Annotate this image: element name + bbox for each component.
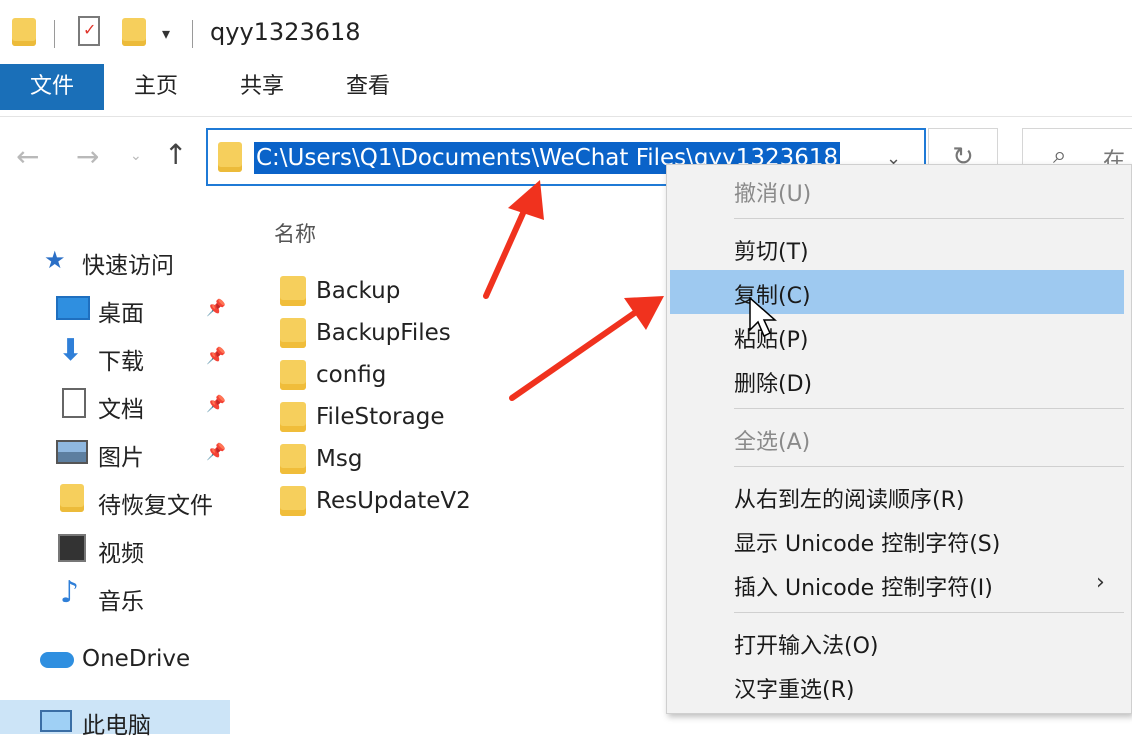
annotation-overlay: [483, 180, 777, 401]
annotation-arrow: [483, 180, 544, 299]
annotation-arrow: [509, 296, 664, 401]
mouse-cursor-icon: [749, 296, 777, 338]
